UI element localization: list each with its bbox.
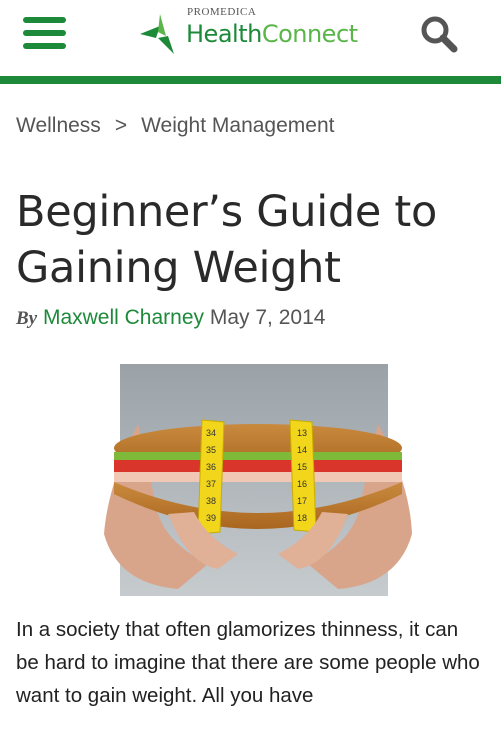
logo-wordmark: HealthConnect <box>186 20 358 48</box>
promedica-healthconnect-logo[interactable]: PROMEDICA HealthConnect <box>138 6 378 56</box>
header-divider-bar <box>0 76 501 84</box>
tape-number: 15 <box>297 462 307 472</box>
tape-number: 35 <box>206 445 216 455</box>
article-title: Beginner’s Guide to Gaining Weight <box>16 187 437 293</box>
menu-bar <box>23 17 66 23</box>
breadcrumb-wellness[interactable]: Wellness <box>16 114 101 138</box>
article-body-paragraph: In a society that often glamorizes thinn… <box>16 618 480 707</box>
search-icon <box>421 16 458 53</box>
logo-leaf-icon <box>140 14 174 54</box>
logo-connect-text: Connect <box>261 20 358 48</box>
menu-bar <box>23 43 66 49</box>
site-header: PROMEDICA HealthConnect <box>0 0 501 76</box>
tape-number: 34 <box>206 428 216 438</box>
tape-number: 16 <box>297 479 307 489</box>
logo-health-text: Health <box>186 20 262 48</box>
publish-date: May 7, 2014 <box>209 306 326 329</box>
tape-number: 18 <box>297 513 307 523</box>
byline-by-label: By <box>16 308 38 329</box>
breadcrumb: Wellness > Weight Management <box>16 114 501 138</box>
author-link[interactable]: Maxwell Charney <box>43 306 204 329</box>
tape-number: 38 <box>206 496 216 506</box>
breadcrumb-separator: > <box>114 114 128 137</box>
breadcrumb-weight-management[interactable]: Weight Management <box>141 114 334 138</box>
tape-number: 14 <box>297 445 307 455</box>
tape-number: 36 <box>206 462 216 472</box>
article-byline: By Maxwell Charney May 7, 2014 <box>16 306 501 330</box>
logo-promedica-text: PROMEDICA <box>187 6 257 18</box>
hamburger-menu-icon[interactable] <box>23 17 66 49</box>
tape-number: 13 <box>297 428 307 438</box>
tape-number: 17 <box>297 496 307 506</box>
article-hero-image: 34 35 36 37 38 39 13 14 15 16 17 18 <box>98 364 418 596</box>
search-button[interactable] <box>418 14 462 54</box>
tape-number: 39 <box>206 513 216 523</box>
sandwich-measuring-tape-illustration: 34 35 36 37 38 39 13 14 15 16 17 18 <box>98 364 418 596</box>
menu-bar <box>23 30 66 36</box>
tape-number: 37 <box>206 479 216 489</box>
